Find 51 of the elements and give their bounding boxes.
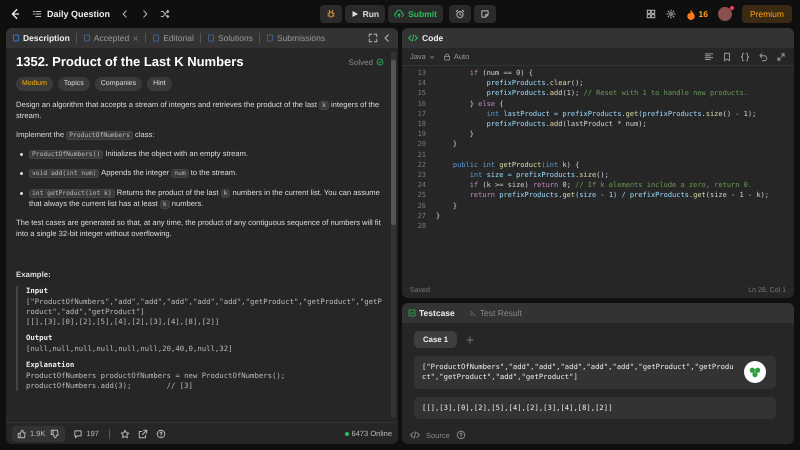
shuffle-icon[interactable] (160, 9, 170, 19)
bug-icon[interactable] (326, 9, 336, 19)
help-icon[interactable] (156, 428, 166, 438)
problem-title: 1352. Product of the Last K Numbers (16, 54, 244, 71)
expand-icon[interactable] (776, 52, 786, 62)
description-tab[interactable]: Editorial (152, 33, 194, 43)
fullscreen-icon[interactable] (368, 33, 378, 43)
thumbs-up-icon[interactable] (17, 428, 27, 438)
thumbs-down-icon[interactable] (50, 428, 60, 438)
tab-icon[interactable] (12, 34, 20, 42)
submit-button[interactable]: Submit (388, 5, 443, 23)
panel-title: Code (422, 33, 444, 43)
streak-count: 16 (698, 9, 708, 19)
testcase-tab[interactable]: Testcase (408, 308, 455, 318)
description-tab[interactable]: Accepted (82, 33, 140, 43)
share-icon[interactable] (138, 428, 148, 438)
description-tab[interactable]: Description (12, 33, 70, 43)
list-icon[interactable] (32, 9, 42, 19)
close-icon[interactable] (132, 34, 140, 42)
add-icon[interactable] (465, 334, 476, 344)
problem-list-title[interactable]: Daily Question (47, 9, 110, 19)
bookmark-icon[interactable] (722, 52, 732, 62)
online-status-dot (344, 432, 349, 436)
testcase-tab[interactable]: Test Result (468, 308, 522, 318)
note-icon[interactable] (480, 9, 490, 19)
fire-icon[interactable] (686, 8, 696, 20)
chevron-down-icon (428, 54, 435, 60)
solved-status: Solved (348, 56, 373, 68)
settings-icon[interactable] (666, 9, 676, 19)
terminal-icon (468, 309, 477, 317)
play-icon (350, 10, 359, 18)
star-icon[interactable] (120, 428, 130, 438)
comment-icon[interactable] (73, 428, 84, 438)
braces-icon[interactable] (740, 52, 750, 62)
code-icon (408, 33, 418, 43)
avatar[interactable] (718, 7, 732, 21)
format-icon[interactable] (704, 52, 714, 62)
run-button[interactable]: Run (344, 5, 386, 23)
alarm-clock-icon[interactable] (454, 9, 465, 19)
grid-icon[interactable] (646, 9, 656, 19)
premium-button[interactable]: Premium (742, 5, 792, 23)
description-tab[interactable]: Solutions (206, 33, 253, 43)
help-icon[interactable] (456, 430, 466, 440)
lock-icon[interactable] (442, 52, 451, 60)
description-tab[interactable]: Submissions (266, 33, 326, 43)
code-icon[interactable] (410, 430, 420, 440)
undo-icon[interactable] (758, 52, 768, 62)
checkbox-icon (408, 309, 416, 317)
check-circle-icon (376, 58, 384, 66)
clover-badge-icon[interactable] (744, 361, 766, 384)
cloud-upload-icon (394, 9, 404, 19)
